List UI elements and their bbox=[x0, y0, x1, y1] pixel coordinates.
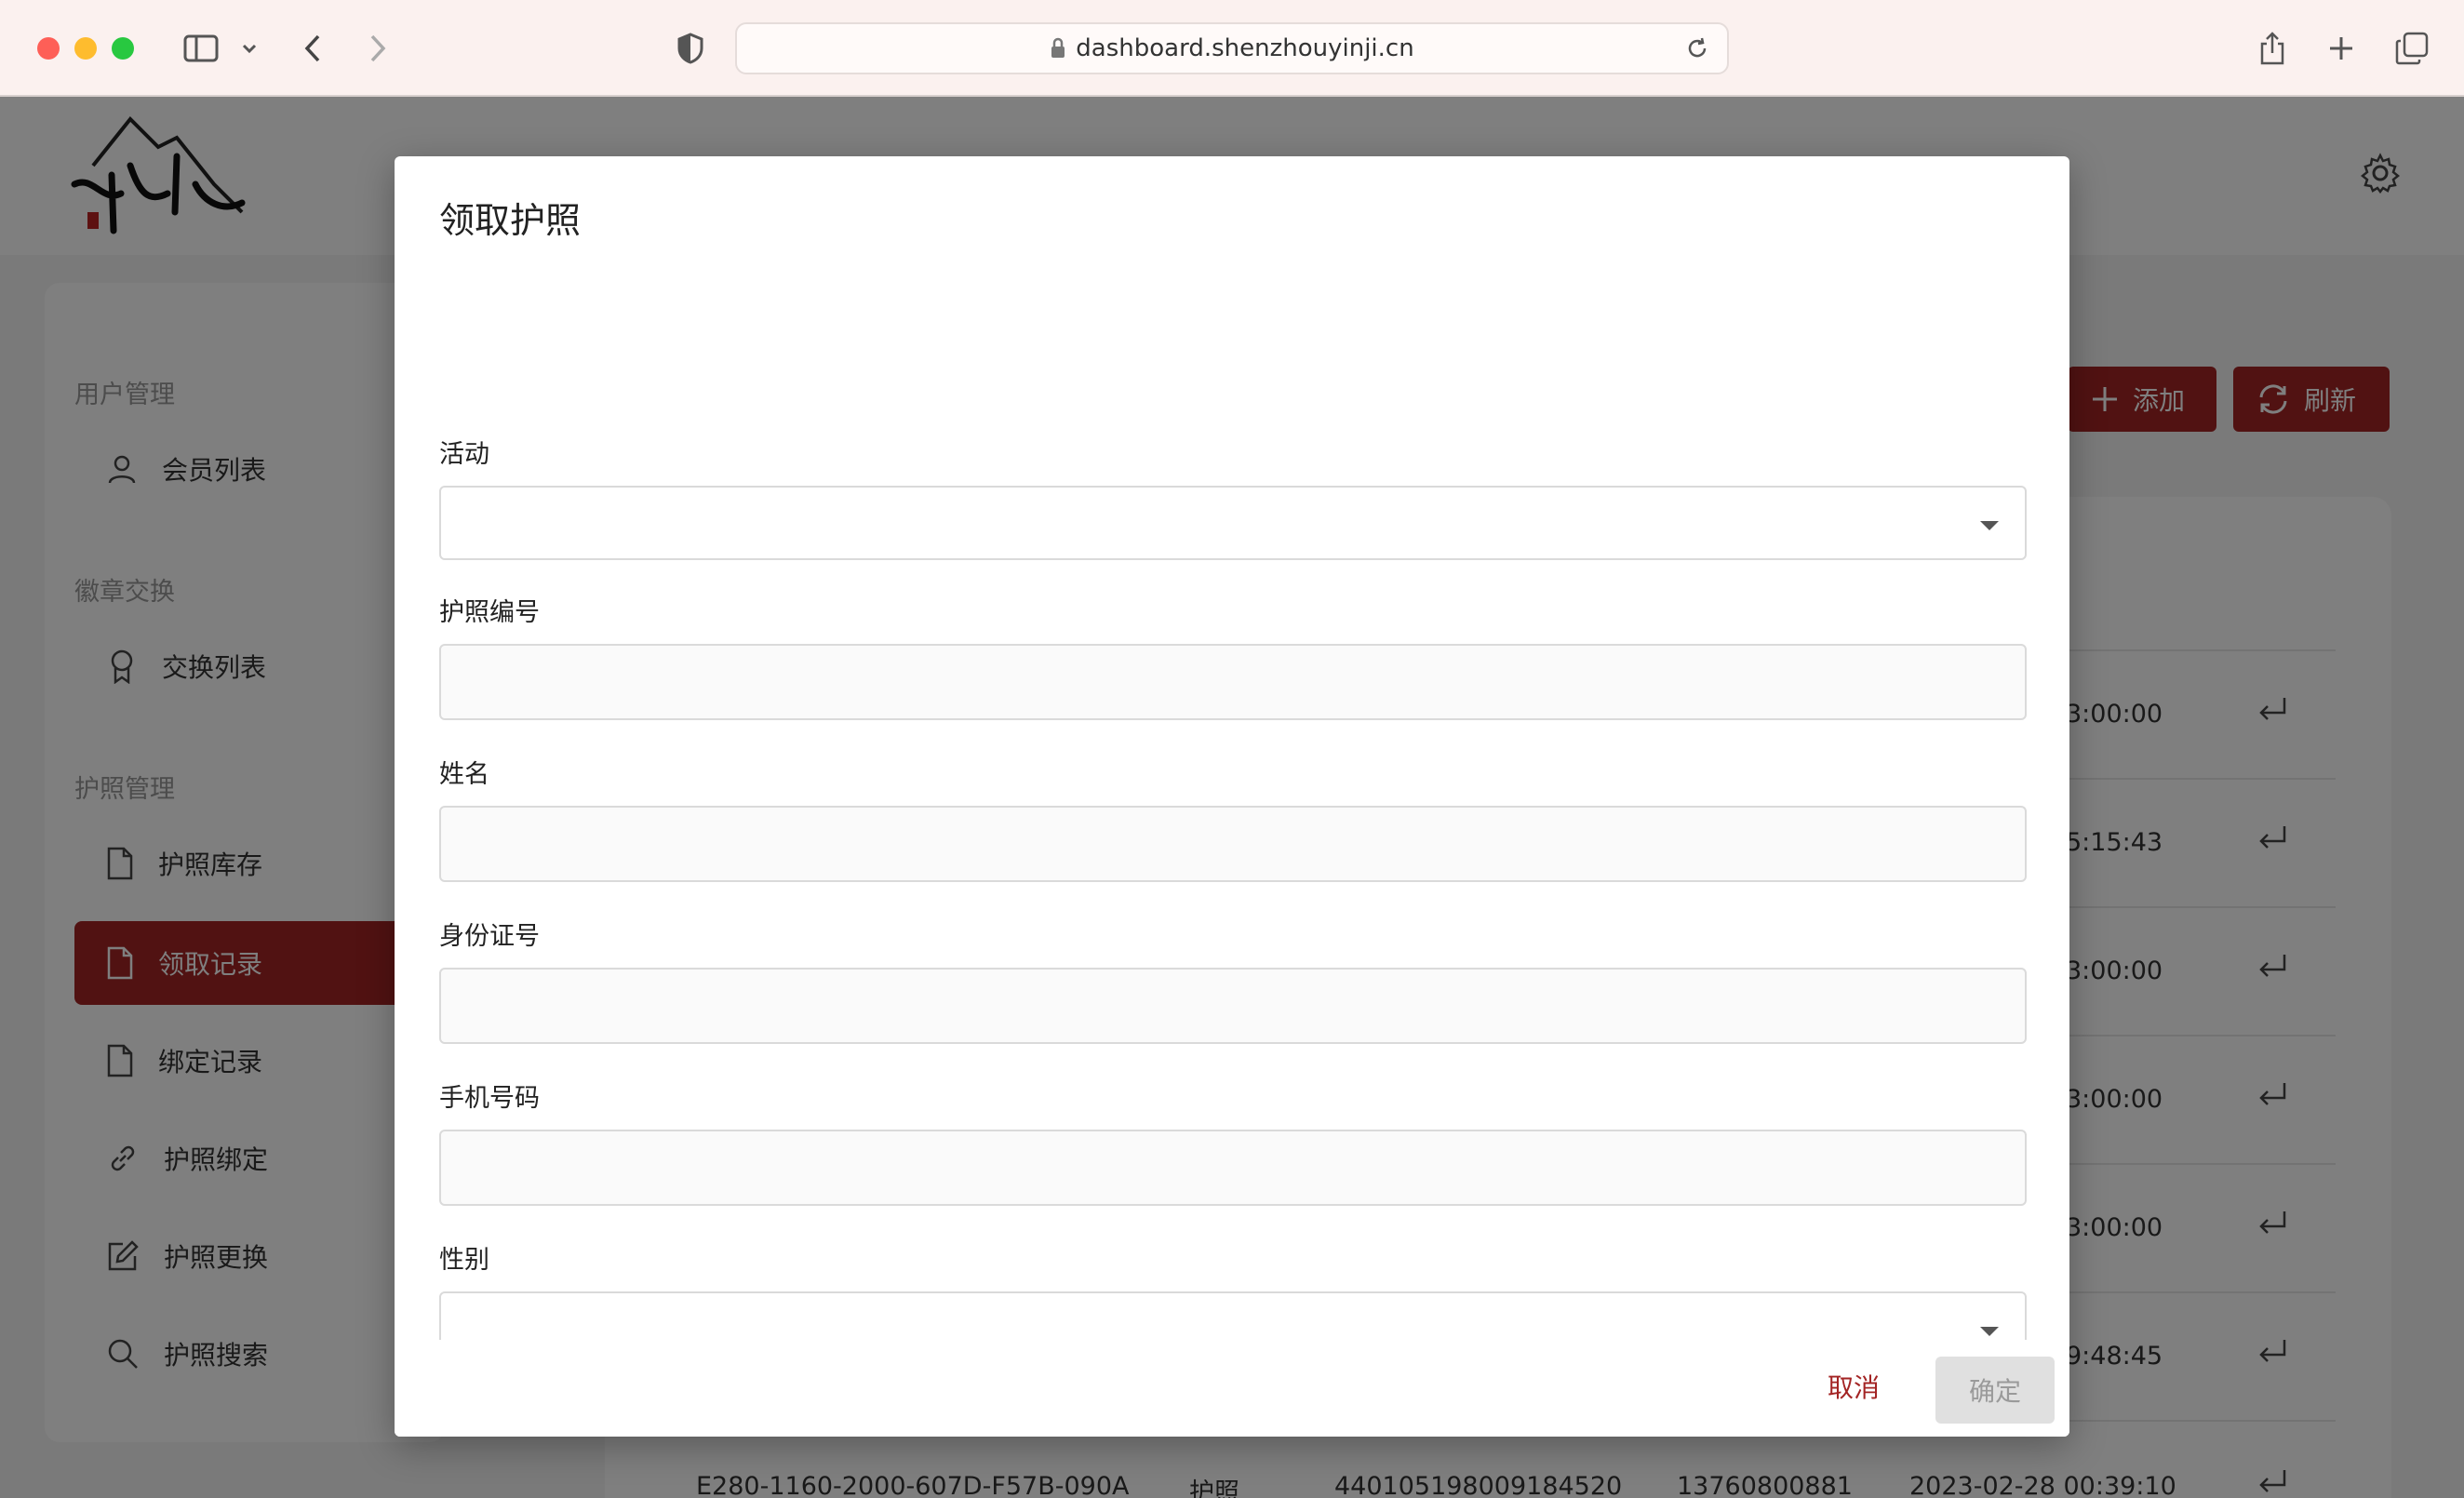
id-number-input[interactable] bbox=[439, 968, 2027, 1044]
activity-select[interactable] bbox=[439, 486, 2027, 560]
cancel-button[interactable]: 取消 bbox=[1828, 1368, 1880, 1405]
phone-input[interactable] bbox=[439, 1130, 2027, 1206]
id-number-label: 身份证号 bbox=[439, 922, 540, 951]
confirm-button[interactable]: 确定 bbox=[1935, 1357, 2055, 1424]
reload-icon[interactable] bbox=[1684, 35, 1710, 61]
forward-icon[interactable] bbox=[363, 28, 393, 69]
new-tab-icon[interactable] bbox=[2324, 28, 2358, 69]
shield-icon[interactable] bbox=[674, 28, 707, 69]
sidebar-toggle-icon[interactable] bbox=[182, 28, 220, 69]
dialog-footer: 取消 确定 bbox=[395, 1340, 2069, 1437]
chevron-down-icon[interactable] bbox=[238, 28, 261, 69]
share-icon[interactable] bbox=[2256, 28, 2289, 69]
close-window-button[interactable] bbox=[37, 37, 60, 60]
dialog-form: 活动 护照编号 姓名 身份证号 手机号码 性别 职业 bbox=[439, 268, 2027, 1437]
name-input[interactable] bbox=[439, 806, 2027, 882]
activity-label: 活动 bbox=[439, 440, 489, 469]
dropdown-arrow-icon bbox=[1980, 521, 1999, 530]
phone-label: 手机号码 bbox=[439, 1084, 540, 1113]
back-icon[interactable] bbox=[298, 28, 328, 69]
minimize-window-button[interactable] bbox=[74, 37, 97, 60]
lock-icon bbox=[1051, 37, 1065, 58]
browser-chrome: dashboard.shenzhouyinji.cn bbox=[0, 0, 2464, 97]
zoom-window-button[interactable] bbox=[112, 37, 134, 60]
passport-number-input[interactable] bbox=[439, 644, 2027, 720]
address-bar[interactable]: dashboard.shenzhouyinji.cn bbox=[735, 22, 1729, 74]
dialog-title: 领取护照 bbox=[439, 200, 582, 241]
url-text: dashboard.shenzhouyinji.cn bbox=[1076, 34, 1414, 62]
gender-label: 性别 bbox=[439, 1246, 489, 1275]
dropdown-arrow-icon bbox=[1980, 1327, 1999, 1336]
name-label: 姓名 bbox=[439, 760, 489, 789]
passport-number-label: 护照编号 bbox=[439, 598, 540, 627]
claim-passport-dialog: 领取护照 活动 护照编号 姓名 身份证号 手机号码 性别 职业 bbox=[395, 156, 2069, 1437]
tab-overview-icon[interactable] bbox=[2393, 28, 2431, 69]
